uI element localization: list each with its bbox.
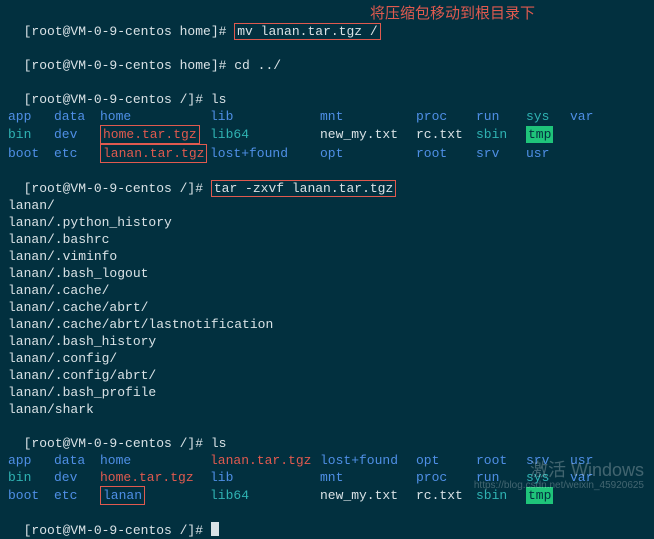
ls-entry: tmp bbox=[526, 126, 570, 143]
watermark: 激活 Windows https://blog.csdn.net/weixin_… bbox=[474, 462, 644, 494]
ls-entry: sys bbox=[526, 108, 570, 125]
shell-prompt: [root@VM-0-9-centos home]# bbox=[24, 24, 235, 39]
ls-entry: home.tar.tgz bbox=[100, 125, 210, 144]
annotation-label: 将压缩包移动到根目录下 bbox=[370, 6, 535, 23]
ls-output-block: appdatahomelibmntprocrunsysvarbindevhome… bbox=[8, 108, 646, 163]
tar-output-line: lanan/.config/ bbox=[8, 350, 646, 367]
ls-entry: lib bbox=[210, 108, 320, 125]
ls-entry: lib64 bbox=[210, 126, 320, 143]
terminal-line: [root@VM-0-9-centos /]# ls bbox=[8, 74, 646, 108]
ls-entry: dev bbox=[54, 126, 100, 143]
ls-entry: lanan.tar.tgz bbox=[100, 144, 210, 163]
tar-output-line: lanan/.python_history bbox=[8, 214, 646, 231]
ls-entry: srv bbox=[476, 145, 526, 162]
ls-entry: home bbox=[100, 452, 210, 469]
ls-entry: rc.txt bbox=[416, 487, 476, 504]
ls-entry: lost+found bbox=[320, 452, 416, 469]
shell-prompt: [root@VM-0-9-centos /]# bbox=[24, 523, 211, 538]
ls-entry: bin bbox=[8, 469, 54, 486]
terminal-line: [root@VM-0-9-centos /]# ls bbox=[8, 418, 646, 452]
ls-entry: proc bbox=[416, 108, 476, 125]
shell-prompt: [root@VM-0-9-centos /]# bbox=[24, 92, 211, 107]
watermark-title: 激活 Windows bbox=[474, 462, 644, 478]
terminal-line: [root@VM-0-9-centos home]# cd ../ bbox=[8, 40, 646, 74]
ls-entry: root bbox=[416, 145, 476, 162]
tar-output-line: lanan/.cache/abrt/ bbox=[8, 299, 646, 316]
watermark-sub: https://blog.csdn.net/weixin_45920625 bbox=[474, 478, 644, 494]
command-text: cd ../ bbox=[234, 58, 281, 73]
ls-entry: opt bbox=[416, 452, 476, 469]
command-text: ls bbox=[211, 92, 227, 107]
command-text: ls bbox=[211, 436, 227, 451]
shell-prompt: [root@VM-0-9-centos /]# bbox=[24, 181, 211, 196]
tar-output-line: lanan/.cache/abrt/lastnotification bbox=[8, 316, 646, 333]
tar-output-block: lanan/lanan/.python_historylanan/.bashrc… bbox=[8, 197, 646, 418]
shell-prompt: [root@VM-0-9-centos /]# bbox=[24, 436, 211, 451]
ls-entry: var bbox=[570, 108, 610, 125]
command-text: mv lanan.tar.tgz / bbox=[234, 23, 380, 40]
ls-entry: etc bbox=[54, 487, 100, 504]
tar-output-line: lanan/shark bbox=[8, 401, 646, 418]
ls-entry: lost+found bbox=[210, 145, 320, 162]
ls-entry: run bbox=[476, 108, 526, 125]
terminal-line: [root@VM-0-9-centos home]# mv lanan.tar.… bbox=[8, 6, 646, 40]
ls-entry: bin bbox=[8, 126, 54, 143]
tar-output-line: lanan/ bbox=[8, 197, 646, 214]
command-text: tar -zxvf lanan.tar.tgz bbox=[211, 180, 396, 197]
ls-entry: lib bbox=[210, 469, 320, 486]
ls-entry: home bbox=[100, 108, 210, 125]
ls-entry: app bbox=[8, 108, 54, 125]
tar-output-line: lanan/.cache/ bbox=[8, 282, 646, 299]
ls-entry: etc bbox=[54, 145, 100, 162]
ls-row: bindevhome.tar.tgzlib64new_my.txtrc.txts… bbox=[8, 125, 646, 144]
tar-output-line: lanan/.viminfo bbox=[8, 248, 646, 265]
ls-entry: lanan bbox=[100, 486, 210, 505]
tar-output-line: lanan/.config/abrt/ bbox=[8, 367, 646, 384]
ls-entry: boot bbox=[8, 487, 54, 504]
ls-entry: lib64 bbox=[210, 487, 320, 504]
shell-prompt: [root@VM-0-9-centos home]# bbox=[24, 58, 235, 73]
tar-output-line: lanan/.bash_profile bbox=[8, 384, 646, 401]
ls-entry: app bbox=[8, 452, 54, 469]
ls-entry: data bbox=[54, 452, 100, 469]
ls-entry: home.tar.tgz bbox=[100, 469, 210, 486]
ls-entry: new_my.txt bbox=[320, 487, 416, 504]
ls-entry: opt bbox=[320, 145, 416, 162]
ls-entry: data bbox=[54, 108, 100, 125]
ls-entry: sbin bbox=[476, 126, 526, 143]
ls-entry: dev bbox=[54, 469, 100, 486]
terminal-line[interactable]: [root@VM-0-9-centos /]# bbox=[8, 505, 646, 539]
ls-entry: mnt bbox=[320, 469, 416, 486]
ls-row: bootetclanan.tar.tgzlost+foundoptrootsrv… bbox=[8, 144, 646, 163]
tar-output-line: lanan/.bash_history bbox=[8, 333, 646, 350]
terminal-line: [root@VM-0-9-centos /]# tar -zxvf lanan.… bbox=[8, 163, 646, 197]
ls-entry: mnt bbox=[320, 108, 416, 125]
cursor-icon bbox=[211, 522, 219, 536]
ls-entry: boot bbox=[8, 145, 54, 162]
ls-entry: lanan.tar.tgz bbox=[210, 452, 320, 469]
tar-output-line: lanan/.bashrc bbox=[8, 231, 646, 248]
tar-output-line: lanan/.bash_logout bbox=[8, 265, 646, 282]
ls-entry: usr bbox=[526, 145, 570, 162]
ls-entry: proc bbox=[416, 469, 476, 486]
ls-entry: new_my.txt bbox=[320, 126, 416, 143]
ls-entry: rc.txt bbox=[416, 126, 476, 143]
ls-row: appdatahomelibmntprocrunsysvar bbox=[8, 108, 646, 125]
